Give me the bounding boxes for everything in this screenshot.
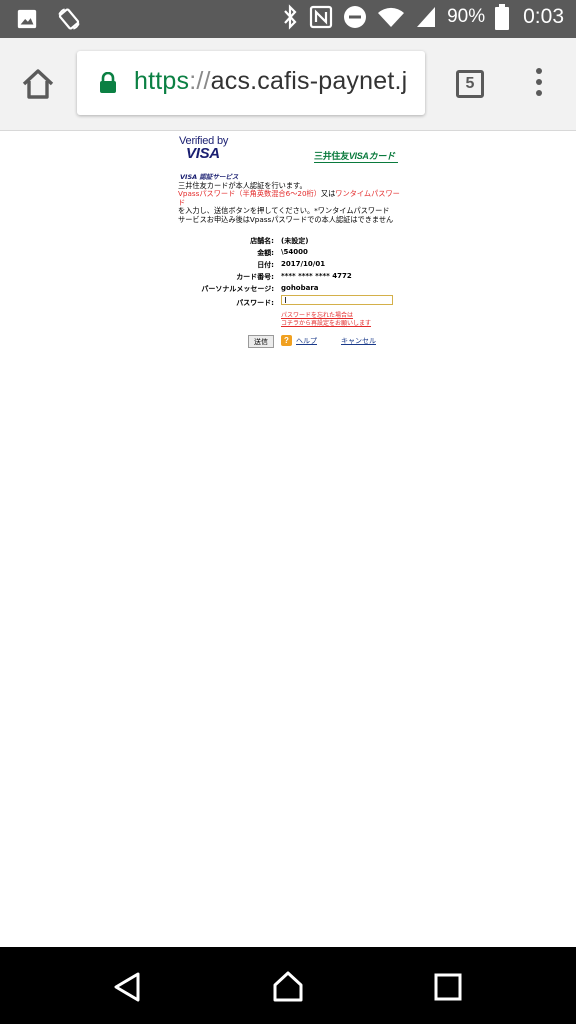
clock: 0:03 bbox=[523, 5, 564, 28]
password-label: パスワード: bbox=[236, 299, 274, 307]
bank-logo-underline bbox=[314, 162, 398, 163]
back-button[interactable] bbox=[110, 969, 146, 1005]
merchant-value: (未設定) bbox=[281, 237, 309, 245]
status-left-icons bbox=[16, 6, 82, 32]
home-nav-button[interactable] bbox=[270, 969, 306, 1005]
row-amount: 金額: \54000 bbox=[178, 248, 400, 258]
lock-icon bbox=[100, 72, 116, 93]
menu-dot-icon bbox=[536, 79, 542, 85]
row-personal-message: パーソナルメッセージ: gohobara bbox=[178, 284, 400, 294]
row-merchant: 店舗名: (未設定) bbox=[178, 236, 400, 246]
status-bar: 90% 0:03 bbox=[0, 0, 576, 38]
row-date: 日付: 2017/10/01 bbox=[178, 260, 400, 270]
verified-by-visa-logo: Verified by VISA bbox=[179, 135, 239, 162]
help-link[interactable]: ヘルプ bbox=[296, 336, 317, 346]
password-input[interactable] bbox=[281, 295, 393, 305]
forgot-line-2: コチラから再設定をお願いします bbox=[281, 320, 372, 327]
onetime-password-hint: ワンタイムパスワー bbox=[335, 189, 400, 199]
phone-rotate-icon bbox=[58, 8, 80, 30]
url-text[interactable]: https://acs.cafis-paynet.j bbox=[134, 67, 407, 96]
personal-message-label: パーソナルメッセージ: bbox=[201, 285, 274, 293]
vpass-password-hint: Vpassパスワード（半角英数混合6～20桁） bbox=[178, 189, 321, 199]
tab-switcher-button[interactable]: 5 bbox=[456, 70, 484, 98]
navigation-bar bbox=[0, 947, 576, 1024]
vbv-visa-text: VISA bbox=[186, 145, 220, 162]
cancel-link[interactable]: キャンセル bbox=[341, 336, 376, 346]
date-value: 2017/10/01 bbox=[281, 260, 326, 268]
smbc-visa-logo: 三井住友VISAカード bbox=[314, 149, 395, 162]
text-caret bbox=[285, 297, 286, 303]
url-separator: :// bbox=[189, 67, 211, 95]
signal-icon bbox=[417, 7, 436, 27]
url-bar[interactable]: https://acs.cafis-paynet.j bbox=[77, 51, 425, 115]
forgot-line-1: パスワードを忘れた場合は bbox=[281, 312, 354, 319]
intro-line-5: サービスお申込み後はVpassパスワードでの本人認証はできません bbox=[178, 214, 394, 224]
forgot-password-link[interactable]: パスワードを忘れた場合は コチラから再設定をお願いします bbox=[281, 312, 371, 328]
row-card-number: カード番号: **** **** **** 4772 bbox=[178, 272, 400, 282]
card-number-value: **** **** **** 4772 bbox=[281, 272, 352, 280]
menu-dot-icon bbox=[536, 68, 542, 74]
status-right-icons: 90% 0:03 bbox=[281, 4, 564, 30]
row-password: パスワード: bbox=[178, 295, 400, 308]
intro-join: 又は bbox=[320, 189, 336, 199]
do-not-disturb-icon bbox=[344, 6, 367, 28]
intro-line-2: Vpassパスワード（半角英数混合6～20桁）又はワンタイムパスワー bbox=[178, 190, 400, 198]
intro-text: 三井住友カードが本人認証を行います。 Vpassパスワード（半角英数混合6～20… bbox=[178, 181, 400, 224]
home-button[interactable] bbox=[18, 64, 58, 104]
overflow-menu-button[interactable] bbox=[530, 68, 548, 100]
help-icon[interactable]: ? bbox=[281, 335, 292, 346]
submit-button[interactable]: 送信 bbox=[248, 335, 274, 348]
battery-percentage: 90% bbox=[447, 6, 486, 27]
card-number-label: カード番号: bbox=[236, 273, 274, 281]
merchant-label: 店舗名: bbox=[250, 237, 274, 245]
wifi-icon bbox=[378, 7, 405, 27]
battery-icon bbox=[495, 4, 510, 30]
web-content: Verified by VISA 三井住友VISAカード VISA 認証サービス… bbox=[0, 131, 576, 947]
url-host: acs.cafis-paynet.j bbox=[210, 67, 408, 95]
menu-dot-icon bbox=[536, 90, 542, 96]
screen: 90% 0:03 https://acs.cafis-paynet.j 5 Ve… bbox=[0, 0, 576, 1024]
bluetooth-icon bbox=[284, 4, 297, 30]
url-scheme: https bbox=[134, 67, 190, 95]
date-label: 日付: bbox=[257, 261, 274, 269]
amount-label: 金額: bbox=[257, 249, 274, 257]
nfc-icon bbox=[309, 5, 333, 29]
personal-message-value: gohobara bbox=[281, 284, 319, 292]
bank-logo-jp: 三井住友 bbox=[314, 152, 349, 162]
amount-value: \54000 bbox=[281, 248, 308, 256]
image-notification-icon bbox=[17, 9, 37, 29]
bank-logo-visa: VISAカード bbox=[348, 151, 395, 161]
browser-toolbar: https://acs.cafis-paynet.j 5 bbox=[0, 38, 576, 131]
recents-button[interactable] bbox=[430, 969, 466, 1005]
visa-service-label: VISA 認証サービス bbox=[180, 173, 239, 181]
